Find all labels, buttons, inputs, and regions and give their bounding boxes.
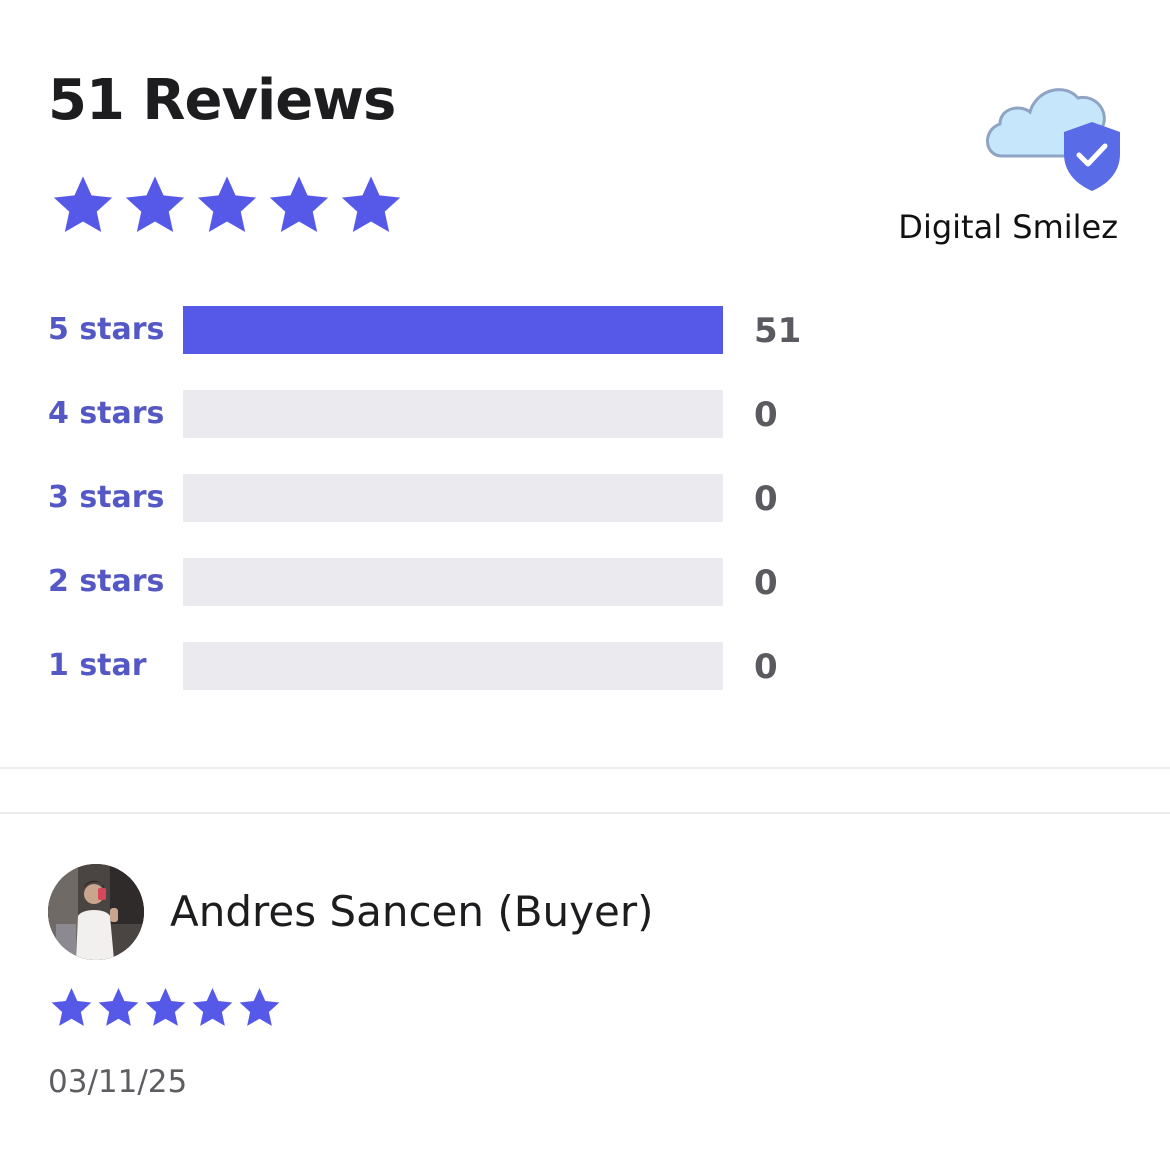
rating-bar-track [183, 474, 723, 522]
rating-row-count: 0 [754, 647, 778, 687]
star-icon [239, 988, 280, 1026]
average-rating-stars [50, 172, 404, 238]
section-divider [0, 812, 1170, 814]
rating-row-1[interactable]: 1 star 0 [48, 642, 848, 690]
rating-row-count: 0 [754, 395, 778, 435]
avatar-photo [48, 864, 144, 960]
reviews-page: 51 Reviews Digital Smilez 5 stars 51 4 s… [0, 0, 1170, 1161]
rating-row-label: 1 star [48, 648, 147, 683]
rating-row-count: 0 [754, 479, 778, 519]
rating-bar-fill [183, 306, 723, 354]
rating-row-5[interactable]: 5 stars 51 [48, 306, 848, 354]
rating-row-count: 0 [754, 563, 778, 603]
rating-bar-track [183, 558, 723, 606]
star-icon [145, 988, 186, 1026]
rating-row-label: 4 stars [48, 396, 165, 431]
rating-bar-track [183, 642, 723, 690]
rating-bar-track [183, 306, 723, 354]
rating-bar-track [183, 390, 723, 438]
reviews-title: 51 Reviews [48, 68, 396, 133]
rating-row-label: 2 stars [48, 564, 165, 599]
brand-name: Digital Smilez [898, 208, 1118, 246]
rating-row-2[interactable]: 2 stars 0 [48, 558, 848, 606]
review-date: 03/11/25 [48, 1064, 188, 1100]
review-rating-stars [49, 985, 282, 1030]
rating-row-label: 5 stars [48, 312, 165, 347]
rating-breakdown: 5 stars 51 4 stars 0 3 stars 0 2 stars 0… [48, 306, 848, 726]
rating-row-label: 3 stars [48, 480, 165, 515]
star-icon [192, 988, 233, 1026]
star-icon [341, 176, 401, 232]
reviewer-name[interactable]: Andres Sancen (Buyer) [170, 884, 654, 940]
star-icon [269, 176, 329, 232]
cloud-shield-check-icon [986, 88, 1120, 191]
rating-row-4[interactable]: 4 stars 0 [48, 390, 848, 438]
star-icon [197, 176, 257, 232]
star-icon [53, 176, 113, 232]
reviewer-avatar[interactable] [48, 864, 144, 960]
section-divider [0, 767, 1170, 769]
rating-row-3[interactable]: 3 stars 0 [48, 474, 848, 522]
star-icon [51, 988, 92, 1026]
star-icon [125, 176, 185, 232]
star-icon [98, 988, 139, 1026]
rating-row-count: 51 [754, 311, 802, 351]
